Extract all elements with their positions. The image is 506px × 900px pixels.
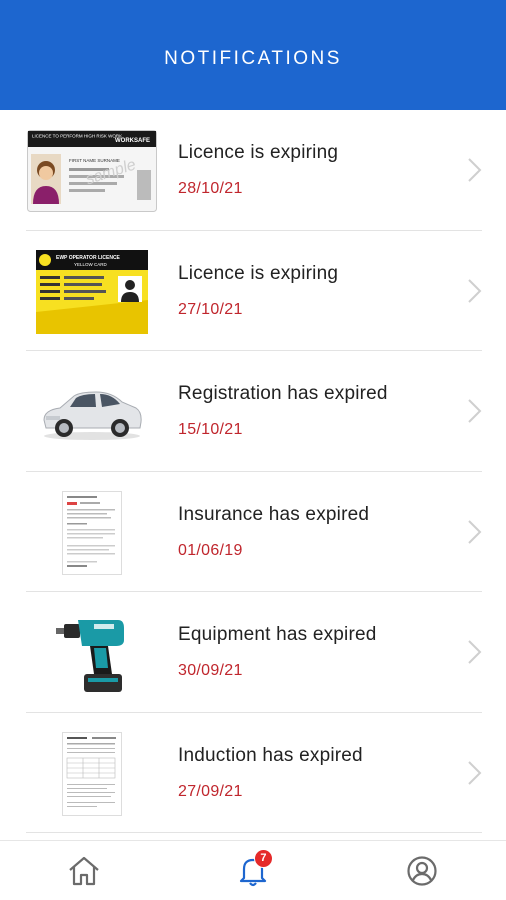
user-circle-icon [407,855,437,886]
chevron-right-icon [468,279,482,303]
chevron-right-icon [468,640,482,664]
power-drill-thumbnail [26,608,158,698]
notification-item[interactable]: Registration has expired 15/10/21 [0,351,506,472]
operator-card-subheader: YELLOW CARD [74,262,108,267]
licence-card-thumbnail: LICENCE TO PERFORM HIGH RISK WORK WORKSA… [26,126,158,216]
notification-item[interactable]: EWP OPERATOR LICENCE YELLOW CARD Licence… [0,231,506,352]
notification-item[interactable]: Induction has expired 27/09/21 [0,713,506,834]
chevron-right-icon [468,520,482,544]
chevron-right-icon [468,399,482,423]
notification-date: 01/06/19 [178,541,243,559]
notification-item[interactable]: Insurance has expired 01/06/19 [0,472,506,593]
notification-text: Induction has expired 27/09/21 [178,745,363,801]
chevron-right-icon [468,158,482,182]
notification-text: Insurance has expired 01/06/19 [178,504,369,560]
licence-card-brand: WORKSAFE [115,138,150,144]
nav-notifications-button[interactable]: 7 [231,848,275,893]
notification-date: 27/10/21 [178,300,243,318]
notification-title: Registration has expired [178,383,388,404]
operator-licence-thumbnail: EWP OPERATOR LICENCE YELLOW CARD [26,247,158,337]
notification-title: Licence is expiring [178,262,339,284]
notification-count-badge: 7 [253,848,273,868]
nav-home-button[interactable] [62,849,106,893]
notification-date: 30/09/21 [178,662,243,679]
operator-card-header: EWP OPERATOR LICENCE [56,255,121,261]
notification-title: Insurance has expired [178,503,370,525]
notification-list: LICENCE TO PERFORM HIGH RISK WORK WORKSA… [0,110,506,833]
chevron-right-icon [468,761,482,785]
notification-title: Licence is expiring [178,142,339,163]
notification-title: Equipment has expired [178,624,377,645]
form-document-thumbnail [26,729,158,819]
home-icon [69,856,100,885]
car-thumbnail [26,367,158,457]
notification-date: 15/10/21 [178,421,243,438]
bottom-navigation: 7 [0,840,506,900]
notification-item[interactable]: Equipment has expired 30/09/21 [0,592,506,713]
notification-date: 27/09/21 [178,782,243,800]
licence-card-header: LICENCE TO PERFORM HIGH RISK WORK [32,134,122,139]
notification-title: Induction has expired [178,744,363,766]
app-header: NOTIFICATIONS [0,0,506,110]
notification-date: 28/10/21 [178,180,243,197]
notification-text: Registration has expired 15/10/21 [178,383,388,439]
nav-profile-button[interactable] [400,849,444,893]
document-thumbnail [26,488,158,578]
notification-item[interactable]: LICENCE TO PERFORM HIGH RISK WORK WORKSA… [0,110,506,231]
notification-text: Licence is expiring 28/10/21 [178,142,338,198]
page-title: NOTIFICATIONS [164,48,342,69]
notification-text: Equipment has expired 30/09/21 [178,624,377,680]
notification-text: Licence is expiring 27/10/21 [178,263,338,319]
